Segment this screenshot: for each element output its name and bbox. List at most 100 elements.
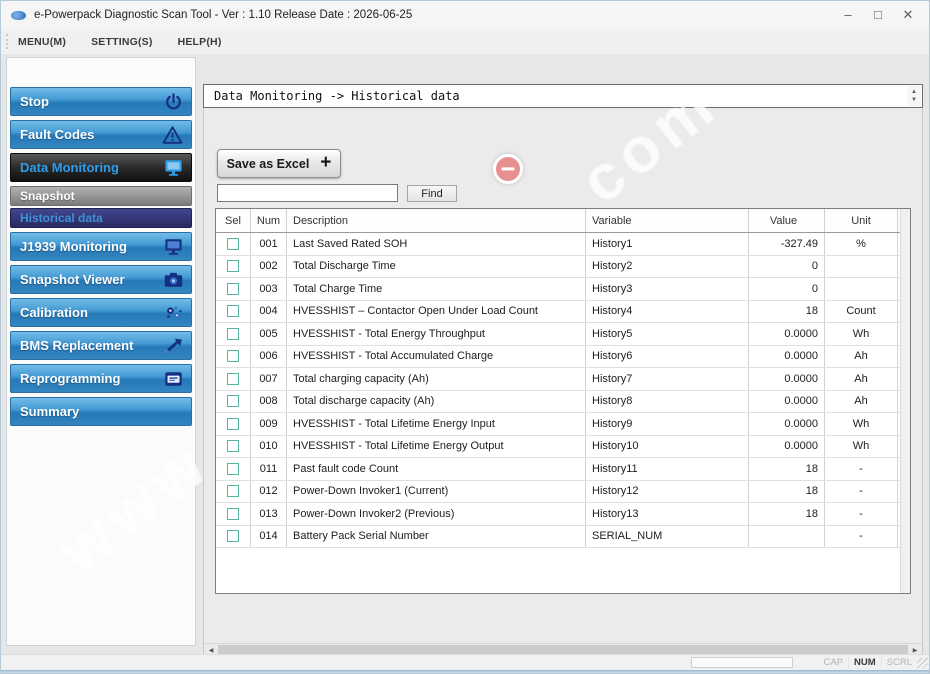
row-checkbox[interactable] (227, 485, 239, 498)
variable-cell: History12 (586, 480, 749, 502)
value-cell: 0 (749, 255, 825, 277)
sidebar-item-snapshot[interactable]: Snapshot (10, 186, 192, 206)
sel-cell (216, 480, 251, 502)
main-panel: Data Monitoring -> Historical data ▲ ▼ S… (203, 84, 923, 657)
menu-item-setting-s[interactable]: SETTING(S) (91, 36, 153, 48)
column-header-description[interactable]: Description (287, 209, 586, 232)
find-input[interactable] (217, 184, 398, 202)
sidebar-item-fault-codes[interactable]: Fault Codes (10, 120, 192, 149)
close-button[interactable]: ✕ (893, 1, 923, 29)
sidebar-item-stop[interactable]: Stop (10, 87, 192, 116)
keyboard-indicators: CAP NUM SCRL (818, 655, 917, 670)
row-checkbox[interactable] (227, 327, 239, 340)
row-checkbox[interactable] (227, 462, 239, 475)
description-cell: Total Charge Time (287, 278, 586, 300)
description-cell: Power-Down Invoker1 (Current) (287, 480, 586, 502)
row-checkbox[interactable] (227, 372, 239, 385)
save-as-excel-label: Save as Excel (226, 156, 310, 171)
value-cell: 0.0000 (749, 368, 825, 390)
num-cell: 013 (251, 503, 287, 525)
table-row[interactable]: 012 Power-Down Invoker1 (Current) History1… (216, 480, 910, 503)
sidebar-item-snapshot-viewer[interactable]: Snapshot Viewer (10, 265, 192, 294)
resize-grip[interactable] (917, 658, 928, 669)
column-header-unit[interactable]: Unit (825, 209, 898, 232)
table-row[interactable]: 013 Power-Down Invoker2 (Previous) History… (216, 503, 910, 526)
num-cell: 012 (251, 480, 287, 502)
breadcrumb-bar: Data Monitoring -> Historical data ▲ ▼ (203, 84, 923, 108)
plus-icon: + (320, 151, 332, 173)
sidebar-item-reprogramming[interactable]: Reprogramming (10, 364, 192, 393)
table-row[interactable]: 001 Last Saved Rated SOH History1 -327.49% (216, 233, 910, 256)
row-checkbox[interactable] (227, 395, 239, 408)
save-as-excel-button[interactable]: Save as Excel + (217, 149, 341, 178)
table-row[interactable]: 005 HVESSHIST - Total Energy Throughput Hi… (216, 323, 910, 346)
sidebar-item-j1939-monitoring[interactable]: J1939 Monitoring (10, 232, 192, 261)
column-header-value[interactable]: Value (749, 209, 825, 232)
sidebar-item-summary[interactable]: Summary (10, 397, 192, 426)
num-cell: 001 (251, 233, 287, 255)
unit-cell (825, 278, 898, 300)
table-row[interactable]: 003 Total Charge Time History3 0 (216, 278, 910, 301)
description-cell: HVESSHIST - Total Accumulated Charge (287, 345, 586, 367)
description-cell: HVESSHIST - Total Energy Throughput (287, 323, 586, 345)
variable-cell: History4 (586, 300, 749, 322)
sel-cell (216, 233, 251, 255)
minimize-button[interactable]: – (833, 1, 863, 29)
sidebar-item-historical-data[interactable]: Historical data (10, 208, 192, 228)
row-checkbox[interactable] (227, 237, 239, 250)
variable-cell: History1 (586, 233, 749, 255)
unit-cell: - (825, 480, 898, 502)
table-row[interactable]: 004 HVESSHIST – Contactor Open Under Load… (216, 300, 910, 323)
row-checkbox[interactable] (227, 350, 239, 363)
menu-item-help-h[interactable]: HELP(H) (178, 36, 222, 48)
num-cell: 014 (251, 525, 287, 547)
table-row[interactable]: 008 Total discharge capacity (Ah) History8… (216, 390, 910, 413)
status-progress-box (691, 657, 793, 668)
table-row[interactable]: 007 Total charging capacity (Ah) History7 0… (216, 368, 910, 391)
table-header-row: Sel Num Description Variable Value Unit (216, 209, 910, 233)
value-cell: 18 (749, 458, 825, 480)
num-cell: 002 (251, 255, 287, 277)
sel-cell (216, 413, 251, 435)
row-checkbox[interactable] (227, 260, 239, 273)
sel-cell (216, 503, 251, 525)
column-header-num[interactable]: Num (251, 209, 287, 232)
row-checkbox[interactable] (227, 282, 239, 295)
description-cell: HVESSHIST – Contactor Open Under Load Co… (287, 300, 586, 322)
maximize-button[interactable]: □ (863, 1, 893, 29)
table-row[interactable]: 010 HVESSHIST - Total Lifetime Energy Out… (216, 435, 910, 458)
variable-cell: History8 (586, 390, 749, 412)
row-checkbox[interactable] (227, 305, 239, 318)
sidebar-item-bms-replacement[interactable]: BMS Replacement (10, 331, 192, 360)
scroll-right-icon[interactable]: ▶ (908, 647, 922, 654)
sidebar: Stop Fault Codes Data Monitoring Snapshot Hi… (6, 57, 196, 646)
sel-cell (216, 345, 251, 367)
unit-cell: - (825, 458, 898, 480)
spin-control[interactable]: ▲ ▼ (907, 86, 921, 106)
row-checkbox[interactable] (227, 530, 239, 543)
spin-up-icon[interactable]: ▲ (911, 89, 917, 95)
scroll-left-icon[interactable]: ◀ (204, 647, 218, 654)
swap-arrows-icon (162, 337, 183, 354)
table-row[interactable]: 011 Past fault code Count History11 18- (216, 458, 910, 481)
table-row[interactable]: 014 Battery Pack Serial Number SERIAL_NUM - (216, 525, 910, 548)
row-checkbox[interactable] (227, 440, 239, 453)
column-header-sel[interactable]: Sel (216, 209, 251, 232)
row-checkbox[interactable] (227, 417, 239, 430)
sidebar-item-data-monitoring[interactable]: Data Monitoring (10, 153, 192, 182)
table-row[interactable]: 009 HVESSHIST - Total Lifetime Energy Inp… (216, 413, 910, 436)
menu-item-menu-m[interactable]: MENU(M) (18, 36, 66, 48)
breadcrumb: Data Monitoring -> Historical data (214, 89, 460, 103)
camera-icon (164, 272, 183, 288)
row-checkbox[interactable] (227, 507, 239, 520)
indicator-cap: CAP (818, 657, 850, 668)
table-row[interactable]: 002 Total Discharge Time History2 0 (216, 255, 910, 278)
sidebar-item-calibration[interactable]: Calibration (10, 298, 192, 327)
column-header-variable[interactable]: Variable (586, 209, 749, 232)
table-row[interactable]: 006 HVESSHIST - Total Accumulated Charge H… (216, 345, 910, 368)
file-icon (164, 371, 183, 386)
spin-down-icon[interactable]: ▼ (911, 97, 917, 103)
description-cell: Last Saved Rated SOH (287, 233, 586, 255)
sidebar-item-label: BMS Replacement (20, 338, 134, 353)
find-button[interactable]: Find (407, 185, 457, 202)
